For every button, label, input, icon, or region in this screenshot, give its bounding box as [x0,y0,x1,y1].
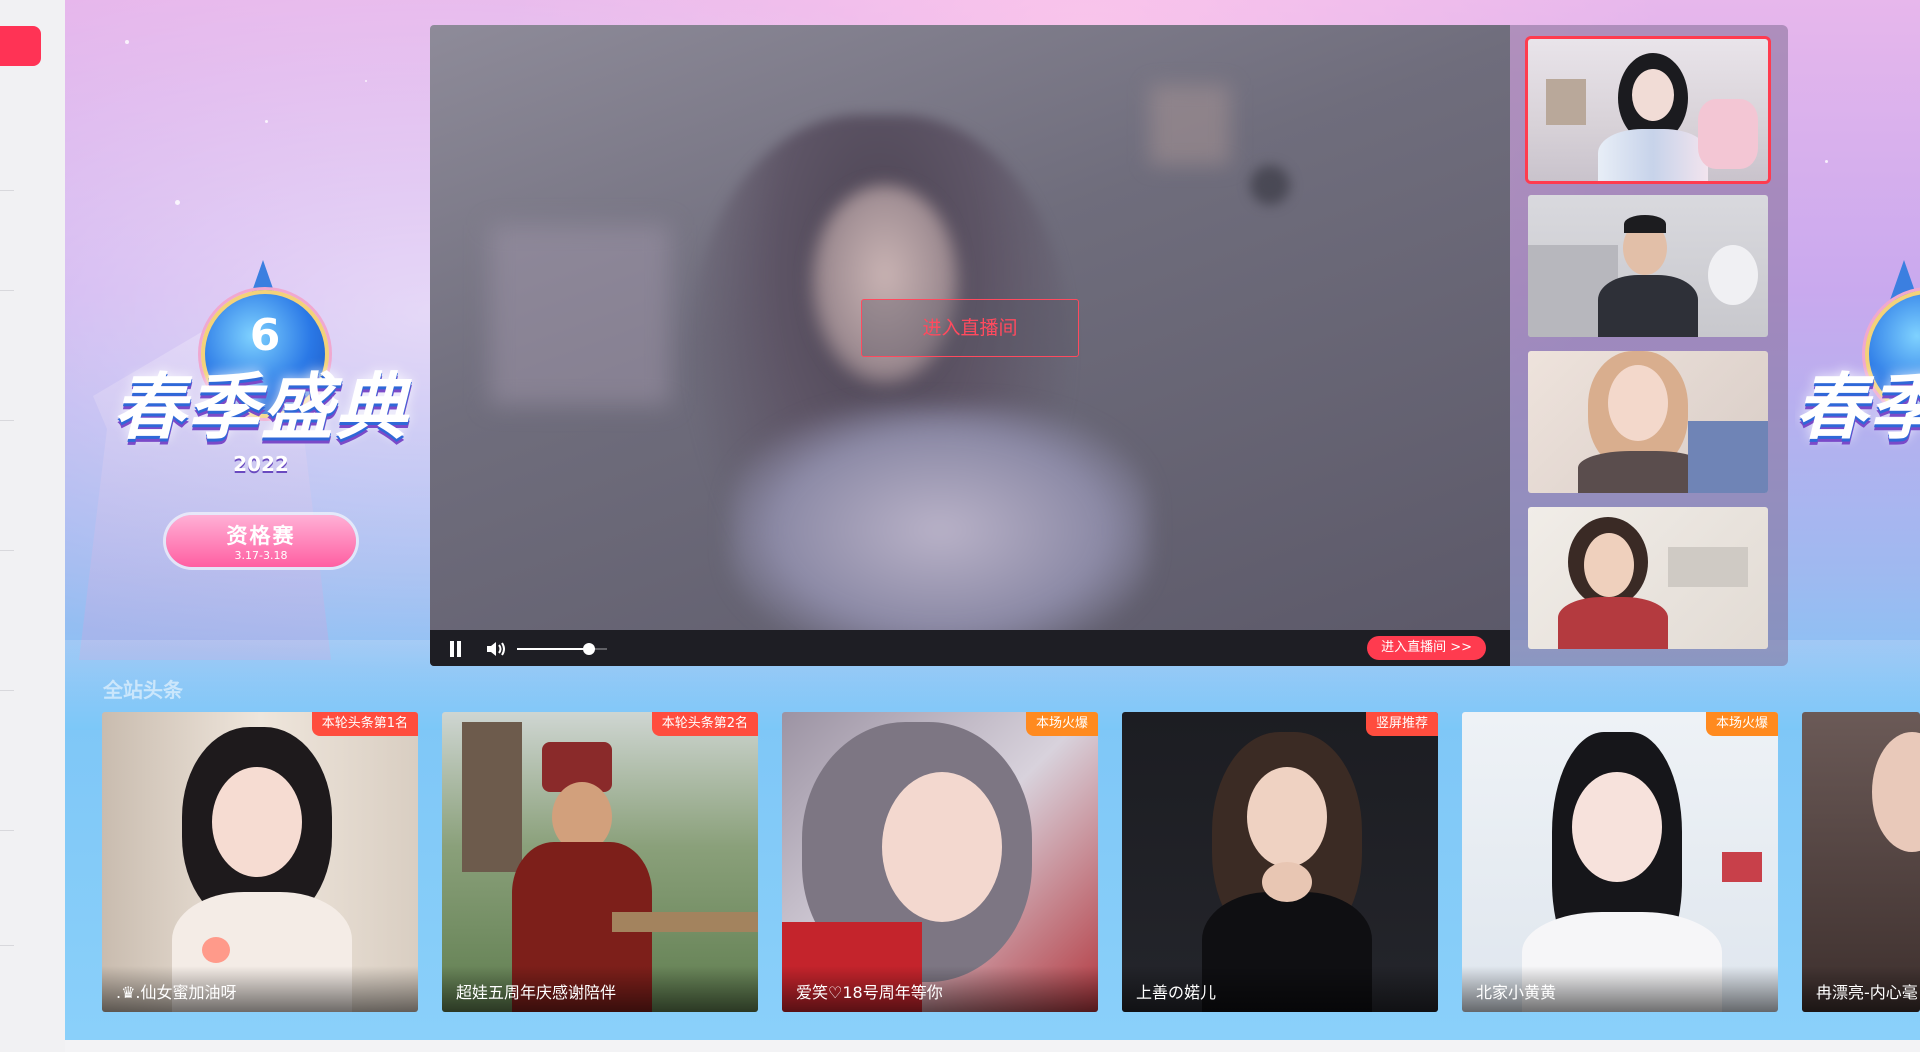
sidebar-divider [0,830,14,831]
thumbnail-1[interactable] [1528,39,1768,181]
sidebar-divider [0,550,14,551]
section-title: 全站头条 [103,678,183,702]
qualifier-title: 资格赛 [226,524,296,548]
streamer-card[interactable]: 本场火爆 北家小黄黄 [1462,712,1778,1012]
thumbnail-3[interactable] [1528,351,1768,493]
streamer-card[interactable]: 本轮头条第1名 .♛.仙女蜜加油呀 [102,712,418,1012]
event-title: 春季盛典 [112,364,409,449]
streamer-card[interactable]: 冉漂亮-内心毫 [1802,712,1920,1012]
enter-room-link[interactable]: 进入直播间 >> [1367,636,1486,660]
thumbnail-2[interactable] [1528,195,1768,337]
volume-slider[interactable] [517,643,607,655]
sidebar-divider [0,190,14,191]
sidebar-divider [0,290,14,291]
card-tag: 本场火爆 [1705,712,1778,736]
card-name: 冉漂亮-内心毫 [1802,966,1920,1012]
streamer-card[interactable]: 本轮头条第2名 超娃五周年庆感谢陪伴 [442,712,758,1012]
card-name: 爱笑♡18号周年等你 [782,966,1098,1012]
card-name: .♛.仙女蜜加油呀 [102,966,418,1012]
pause-icon[interactable] [448,641,462,657]
event-logo-right[interactable]: 春季 [1795,260,1920,460]
player-controls: 进入直播间 >> [430,630,1510,666]
left-sidebar [0,0,66,1052]
streamer-card[interactable]: 竖屏推荐 上善の婼儿 [1122,712,1438,1012]
card-name: 超娃五周年庆感谢陪伴 [442,966,758,1012]
card-tag: 竖屏推荐 [1365,712,1438,736]
qualifier-dates: 3.17-3.18 [234,549,288,562]
sidebar-active-tab[interactable] [0,26,41,66]
card-tag: 本轮头条第1名 [311,712,418,736]
event-logo[interactable]: 6 春季盛典 2022 资格赛 3.17-3.18 [96,260,426,570]
volume-fill [517,648,589,650]
live-video-player[interactable]: 进入直播间 进入直播间 >> [430,25,1510,666]
card-tag: 本场火爆 [1025,712,1098,736]
event-title-right: 春季 [1795,364,1920,449]
sidebar-divider [0,420,14,421]
streamer-thumbnail-list [1510,25,1788,666]
thumbnail-4[interactable] [1528,507,1768,649]
sidebar-divider [0,690,14,691]
streamer-card[interactable]: 本场火爆 爱笑♡18号周年等你 [782,712,1098,1012]
event-year: 2022 [233,452,289,476]
card-name: 上善の婼儿 [1122,966,1438,1012]
volume-knob[interactable] [583,643,595,655]
enter-room-button[interactable]: 进入直播间 [861,299,1079,357]
page-footer-strip [65,1040,1920,1052]
card-tag: 本轮头条第2名 [651,712,758,736]
sidebar-divider [0,945,14,946]
card-name: 北家小黄黄 [1462,966,1778,1012]
volume-icon[interactable] [485,640,507,658]
qualifier-badge[interactable]: 资格赛 3.17-3.18 [166,515,356,567]
